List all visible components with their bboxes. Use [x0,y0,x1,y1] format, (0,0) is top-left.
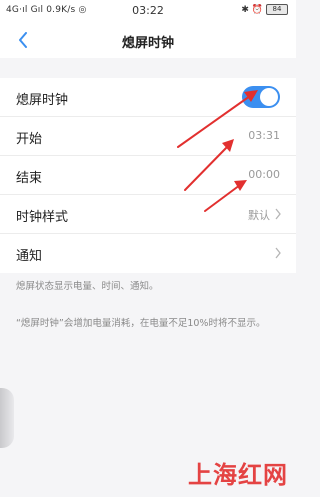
setting-row-end[interactable]: 结束 00:00 [0,156,296,195]
aod-toggle[interactable] [242,86,280,108]
setting-label: 结束 [16,171,43,186]
setting-value: 03:31 [248,129,280,142]
setting-label: 开始 [16,132,43,147]
setting-row-start[interactable]: 开始 03:31 [0,117,296,156]
toggle-knob [260,88,278,106]
setting-row-notification[interactable]: 通知 [0,234,296,273]
setting-label: 时钟样式 [16,210,69,225]
setting-row-clock-style[interactable]: 时钟样式 默认 [0,195,296,234]
status-icons: ✱ ⏰ 84 [241,4,288,15]
description-text: 熄屏状态显示电量、时间、通知。 [16,281,159,292]
setting-label: 熄屏时钟 [16,93,69,108]
setting-value: 00:00 [248,168,280,181]
setting-row-aod[interactable]: 熄屏时钟 [0,78,296,117]
phone-edge-decoration [0,388,14,448]
warning-text: “熄屏时钟”会增加电量消耗，在电量不足10%时将不显示。 [16,318,266,329]
page-title: 熄屏时钟 [121,36,174,51]
status-bar: 4G·ıl Gıl 0.9K/s ◎ 03:22 ✱ ⏰ 84 [0,0,296,22]
battery-icon: 84 [266,4,288,15]
chevron-right-icon [275,208,281,220]
nav-bar: 熄屏时钟 [0,22,296,58]
bluetooth-alarm-icon: ✱ ⏰ [241,4,263,15]
settings-list: 熄屏时钟 开始 03:31 结束 00:00 时钟样式 默认 通知 [0,78,296,273]
chevron-right-icon [275,247,281,259]
setting-value: 默认 [248,209,270,222]
watermark: 上海红网 [188,461,288,489]
setting-label: 通知 [16,249,43,264]
